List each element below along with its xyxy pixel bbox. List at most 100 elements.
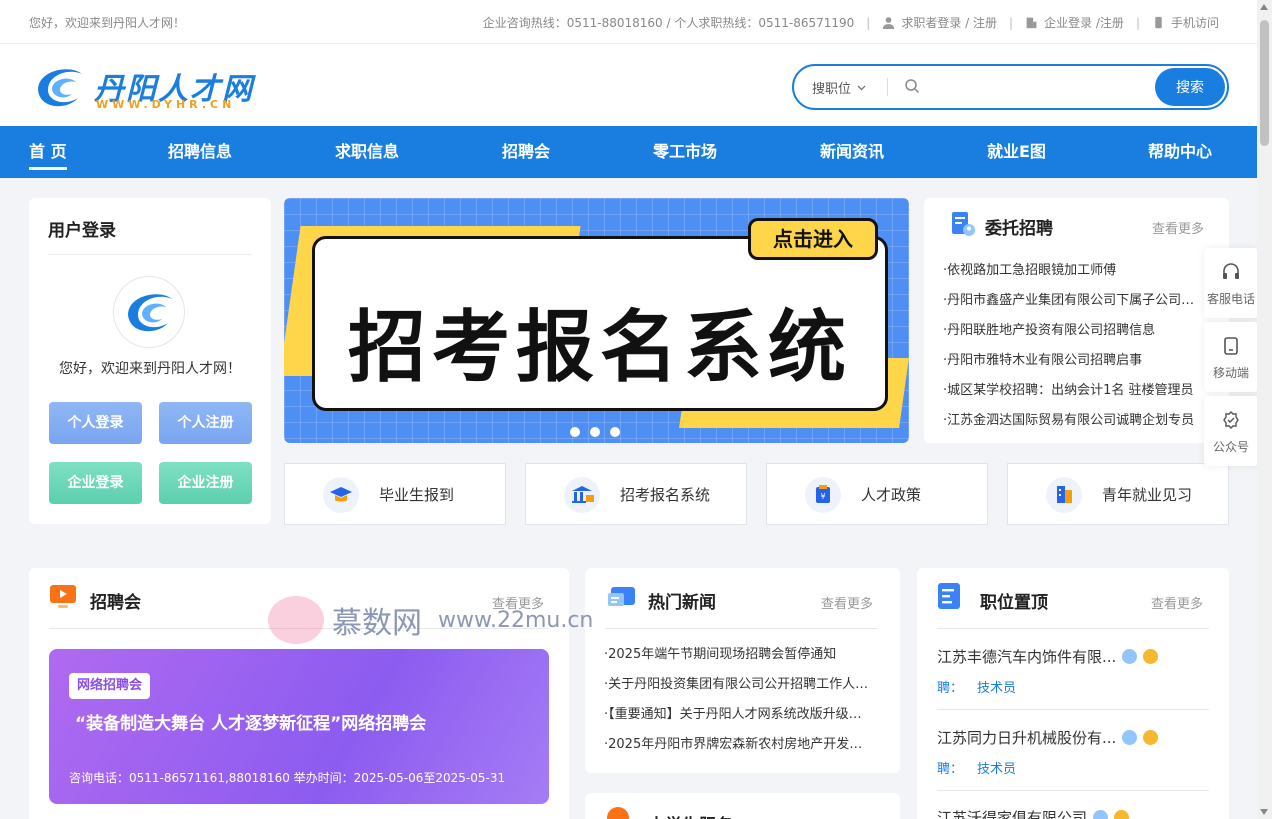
- job-fair-card[interactable]: 网络招聘会 “装备制造大舞台 人才逐梦新征程”网络招聘会 咨询电话：0511-8…: [49, 649, 549, 804]
- quick-link-graduate[interactable]: 毕业生报到: [284, 463, 506, 525]
- top-job-item[interactable]: 江苏沃得家俱有限公司: [937, 807, 1209, 819]
- company-name: 江苏丰德汽车内饰件有限...: [937, 648, 1117, 666]
- list-item[interactable]: ·2025年端午节期间现场招聘会暂停通知: [604, 640, 874, 670]
- company-name: 江苏沃得家俱有限公司: [937, 809, 1088, 819]
- verified-shield-icon: [1093, 810, 1109, 819]
- banner-enter-button[interactable]: 点击进入: [748, 218, 878, 260]
- company-login-link[interactable]: 企业登录 /注册: [1025, 14, 1124, 31]
- logo-subtext: WWW.DYHR.CN: [96, 98, 236, 111]
- top-jobs-title: 职位置顶: [980, 593, 1048, 613]
- search-type-select[interactable]: 搜职位: [812, 78, 866, 97]
- news-chat-icon: [608, 587, 635, 606]
- crown-icon: [1143, 649, 1159, 664]
- banner-headline: 招考报名系统: [347, 303, 852, 393]
- top-links: 企业咨询热线：0511-88018160 / 个人求职热线：0511-86571…: [483, 14, 1219, 31]
- verified-shield-icon: [1122, 649, 1138, 664]
- float-label: 客服电话: [1206, 292, 1255, 306]
- nav-job-seeking[interactable]: 求职信息: [335, 126, 399, 178]
- carousel-dot[interactable]: [570, 427, 580, 437]
- list-item[interactable]: ·依视路加工急招眼镜加工师傅: [943, 256, 1205, 286]
- float-wechat-account[interactable]: 公众号: [1204, 396, 1258, 466]
- list-item[interactable]: ·城区某学校招聘：出纳会计1名 驻楼管理员: [943, 376, 1205, 406]
- search-divider: [887, 78, 888, 96]
- hotline-text: 企业咨询热线：0511-88018160 / 个人求职热线：0511-86571…: [482, 16, 855, 30]
- chevron-down-icon: [857, 85, 866, 90]
- nav-help-center[interactable]: 帮助中心: [1148, 126, 1212, 178]
- company-name: 江苏同力日升机械股份有...: [937, 729, 1117, 747]
- personal-register-button[interactable]: 个人注册: [159, 402, 252, 444]
- entrust-title: 委托招聘: [985, 219, 1053, 239]
- search-button[interactable]: 搜索: [1155, 68, 1225, 106]
- top-job-item[interactable]: 江苏丰德汽车内饰件有限... 聘： 技术员: [937, 646, 1209, 696]
- office-building-icon: [1046, 477, 1082, 513]
- job-position[interactable]: 技术员: [977, 681, 1016, 696]
- divider: [937, 628, 1209, 629]
- top-jobs-more-link[interactable]: 查看更多: [1151, 593, 1203, 612]
- list-item[interactable]: ·丹阳联胜地产投资有限公司招聘信息: [943, 316, 1205, 346]
- list-item[interactable]: ·丹阳市雅特木业有限公司招聘启事: [943, 346, 1205, 376]
- scrollbar-thumb[interactable]: [1260, 20, 1269, 146]
- badge-check-icon: [1223, 411, 1239, 429]
- search-input[interactable]: [928, 75, 1148, 99]
- entrust-more-link[interactable]: 查看更多: [1152, 218, 1204, 237]
- quick-link-label: 招考报名系统: [620, 486, 711, 504]
- scroll-down-arrow-icon[interactable]: [1260, 809, 1268, 815]
- list-item[interactable]: ·江苏金泗达国际贸易有限公司诚聘企划专员: [943, 406, 1205, 436]
- phone-icon: [1155, 16, 1162, 29]
- banner-board: 招考报名系统: [312, 236, 888, 411]
- page-scrollbar[interactable]: [1257, 0, 1272, 819]
- main-nav: 首 页 招聘信息 求职信息 招聘会 零工市场 新闻资讯 就业E图 帮助中心: [0, 126, 1257, 178]
- logo-swirl-icon: [38, 69, 82, 107]
- nav-employment-map[interactable]: 就业E图: [987, 126, 1046, 178]
- carousel-dot[interactable]: [590, 427, 600, 437]
- student-service-title: 大学生服务: [648, 811, 733, 819]
- company-login-label: 企业登录 /注册: [1044, 16, 1124, 30]
- hero-banner[interactable]: 招考报名系统 点击进入: [284, 198, 909, 443]
- divider: [937, 709, 1209, 710]
- nav-home[interactable]: 首 页: [29, 126, 67, 178]
- job-fair-title: 招聘会: [90, 593, 141, 613]
- site-logo[interactable]: 丹阳人才网 WWW.DYHR.CN: [30, 60, 270, 112]
- nav-recruitment[interactable]: 招聘信息: [168, 126, 232, 178]
- scroll-up-arrow-icon[interactable]: [1260, 4, 1268, 10]
- list-item[interactable]: ·【重要通知】关于丹阳人才网系统改版升级的通知: [604, 700, 874, 730]
- student-service-panel: 大学生服务: [585, 793, 900, 819]
- quick-link-exam-registration[interactable]: 招考报名系统: [525, 463, 747, 525]
- list-item[interactable]: ·关于丹阳投资集团有限公司公开招聘工作人员的公告: [604, 670, 874, 700]
- jobseeker-login-label: 求职者登录 / 注册: [901, 16, 998, 30]
- crown-icon: [1114, 810, 1130, 819]
- nav-gig-market[interactable]: 零工市场: [653, 126, 717, 178]
- header: 丹阳人才网 WWW.DYHR.CN 搜职位 搜索: [0, 44, 1257, 126]
- login-welcome-text: 您好，欢迎来到丹阳人才网！: [59, 361, 241, 377]
- mobile-access-label: 手机访问: [1170, 16, 1219, 30]
- jobseeker-login-link[interactable]: 求职者登录 / 注册: [882, 14, 997, 31]
- quick-link-talent-policy[interactable]: ¥ 人才政策: [766, 463, 988, 525]
- personal-login-button[interactable]: 个人登录: [49, 402, 142, 444]
- watermark-url: www.22mu.cn: [438, 607, 594, 633]
- nav-job-fair[interactable]: 招聘会: [502, 126, 550, 178]
- document-user-icon: [952, 212, 975, 236]
- float-customer-service[interactable]: 客服电话: [1204, 248, 1258, 318]
- company-register-button[interactable]: 企业注册: [159, 462, 252, 504]
- search-type-label: 搜职位: [812, 82, 852, 97]
- graduation-cap-icon: [323, 477, 359, 513]
- crown-icon: [1143, 730, 1159, 745]
- float-mobile[interactable]: 移动端: [1204, 322, 1258, 392]
- mobile-access-link[interactable]: 手机访问: [1152, 14, 1219, 31]
- money-bag-icon: ¥: [805, 477, 841, 513]
- search-icon: [905, 79, 920, 94]
- login-panel: 用户登录 您好，欢迎来到丹阳人才网！ 个人登录 个人注册 企业登录 企业注册: [29, 198, 271, 524]
- list-item[interactable]: ·丹阳市鑫盛产业集团有限公司下属子公司招聘: [943, 286, 1205, 316]
- divider: |: [1135, 15, 1140, 30]
- top-bar: 您好，欢迎来到丹阳人才网！ 企业咨询热线：0511-88018160 / 个人求…: [0, 0, 1257, 44]
- company-login-button[interactable]: 企业登录: [49, 462, 142, 504]
- list-document-icon: [938, 583, 960, 609]
- hot-news-more-link[interactable]: 查看更多: [821, 593, 873, 612]
- carousel-dot[interactable]: [610, 427, 620, 437]
- list-item[interactable]: ·2025年丹阳市界牌宏森新农村房地产开发有限公司招聘: [604, 730, 874, 760]
- login-title: 用户登录: [48, 221, 116, 241]
- quick-link-youth-internship[interactable]: 青年就业见习: [1007, 463, 1229, 525]
- job-position[interactable]: 技术员: [977, 762, 1016, 777]
- nav-news[interactable]: 新闻资讯: [820, 126, 884, 178]
- top-job-item[interactable]: 江苏同力日升机械股份有... 聘： 技术员: [937, 727, 1209, 777]
